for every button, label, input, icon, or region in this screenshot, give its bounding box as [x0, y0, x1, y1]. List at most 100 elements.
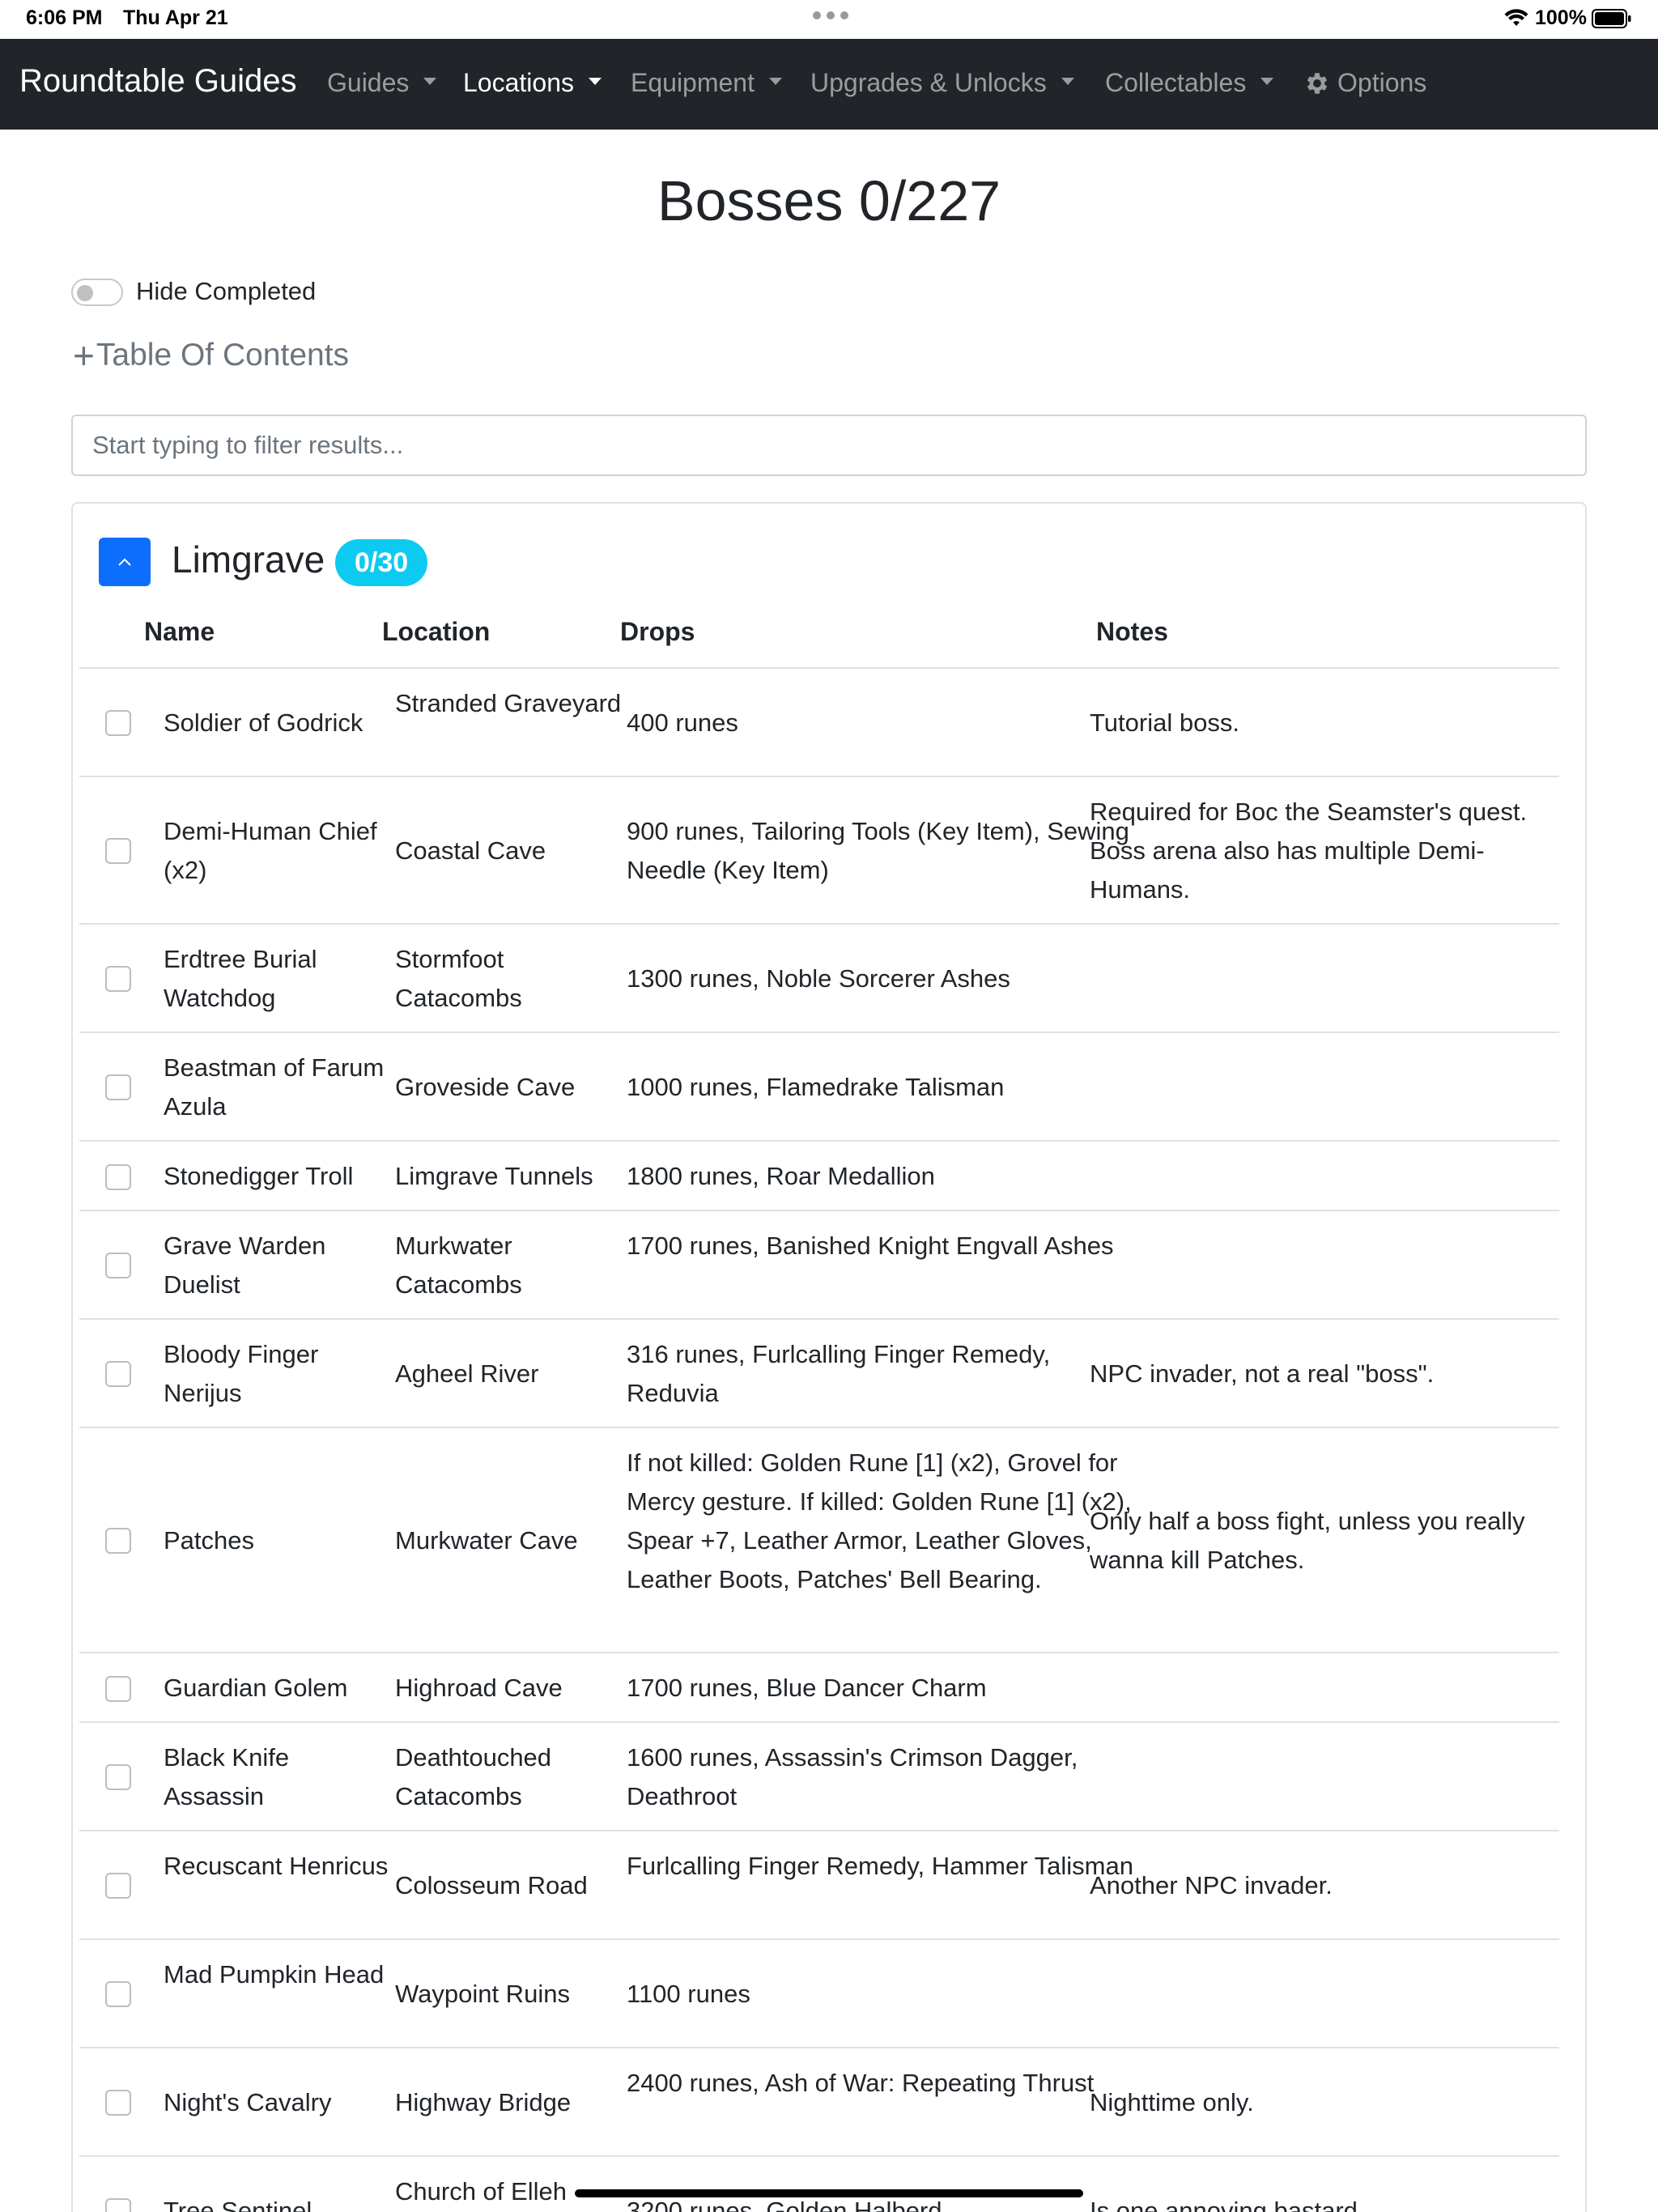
table-row: Recuscant Henricus Colosseum Road Furlca… [79, 1831, 1559, 1940]
multitasking-dots-icon[interactable] [813, 11, 848, 19]
boss-drops: 1700 runes, Banished Knight Engvall Ashe… [627, 1231, 1114, 1260]
completed-checkbox[interactable] [105, 1528, 131, 1554]
boss-location: Stranded Graveyard [395, 689, 622, 717]
home-indicator[interactable] [575, 2189, 1083, 2197]
boss-name: Tree Sentinel [164, 2197, 312, 2212]
status-time: 6:06 PM [26, 6, 103, 29]
nav-options[interactable]: Options [1303, 68, 1426, 98]
nav-equipment-label: Equipment [631, 68, 755, 97]
chevron-down-icon [588, 78, 602, 85]
completed-checkbox[interactable] [105, 966, 131, 992]
section-progress-badge: 0/30 [335, 539, 428, 586]
boss-name: Grave Warden Duelist [164, 1231, 326, 1299]
boss-drops: 1700 runes, Blue Dancer Charm [627, 1674, 987, 1702]
boss-notes: Required for Boc the Seamster's quest. B… [1090, 798, 1528, 904]
completed-checkbox[interactable] [105, 2090, 131, 2116]
boss-location: Limgrave Tunnels [395, 1162, 593, 1190]
boss-name: Night's Cavalry [164, 2088, 332, 2116]
nav-upgrades-unlocks[interactable]: Upgrades & Unlocks [810, 68, 1074, 98]
completed-checkbox[interactable] [105, 1074, 131, 1100]
chevron-down-icon [1061, 78, 1074, 85]
toggle-knob [77, 285, 93, 301]
wifi-icon [1504, 9, 1528, 26]
table-row: Mad Pumpkin Head Waypoint Ruins 1100 run… [79, 1940, 1559, 2048]
boss-name: Stonedigger Troll [164, 1162, 354, 1190]
table-row: Beastman of Farum Azula Groveside Cave 1… [79, 1033, 1559, 1142]
boss-location: Murkwater Cave [395, 1526, 578, 1555]
table-row: Soldier of Godrick Stranded Graveyard 40… [79, 669, 1559, 777]
chevron-down-icon [768, 78, 782, 85]
battery-icon [1592, 9, 1631, 28]
nav-equipment[interactable]: Equipment [631, 68, 782, 98]
boss-name: Soldier of Godrick [164, 708, 363, 737]
boss-location: Coastal Cave [395, 836, 546, 865]
hide-completed-toggle[interactable] [71, 279, 123, 306]
completed-checkbox[interactable] [105, 1361, 131, 1387]
boss-name: Recuscant Henricus [164, 1852, 389, 1880]
collapse-section-button[interactable] [99, 538, 151, 586]
boss-name: Guardian Golem [164, 1674, 348, 1702]
boss-location: Agheel River [395, 1359, 539, 1388]
boss-drops: 1100 runes [627, 1980, 750, 2008]
table-row: Demi-Human Chief (x2) Coastal Cave 900 r… [79, 777, 1559, 925]
boss-location: Murkwater Catacombs [395, 1231, 522, 1299]
column-header-location: Location [382, 617, 491, 646]
battery-percent: 100% [1535, 6, 1587, 29]
boss-notes: Nighttime only. [1090, 2088, 1254, 2116]
boss-drops: Furlcalling Finger Remedy, Hammer Talism… [627, 1852, 1133, 1880]
boss-notes: Only half a boss fight, unless you reall… [1090, 1507, 1525, 1574]
completed-checkbox[interactable] [105, 1981, 131, 2007]
filter-input[interactable] [71, 415, 1587, 476]
boss-drops: 400 runes [627, 708, 738, 737]
table-row: Black Knife Assassin Deathtouched Cataco… [79, 1723, 1559, 1831]
nav-collectables[interactable]: Collectables [1105, 68, 1274, 98]
completed-checkbox[interactable] [105, 1164, 131, 1190]
plus-icon: + [73, 334, 95, 376]
nav-locations[interactable]: Locations [463, 68, 602, 98]
boss-drops: 1300 runes, Noble Sorcerer Ashes [627, 964, 1010, 993]
toc-label: Table Of Contents [96, 338, 350, 372]
table-row: Night's Cavalry Highway Bridge 2400 rune… [79, 2048, 1559, 2157]
status-bar: 6:06 PM Thu Apr 21 100% [0, 0, 1658, 39]
boss-location: Groveside Cave [395, 1073, 576, 1101]
boss-name: Demi-Human Chief (x2) [164, 817, 377, 884]
completed-checkbox[interactable] [105, 1873, 131, 1899]
boss-drops: 316 runes, Furlcalling Finger Remedy, Re… [627, 1340, 1051, 1407]
table-of-contents-toggle[interactable]: + Table Of Contents [73, 337, 349, 374]
boss-drops: 1600 runes, Assassin's Crimson Dagger, D… [627, 1743, 1078, 1810]
top-navbar: Roundtable Guides Guides Locations Equip… [0, 39, 1658, 130]
boss-name: Patches [164, 1526, 255, 1555]
completed-checkbox[interactable] [105, 1253, 131, 1278]
hide-completed-label[interactable]: Hide Completed [136, 277, 316, 306]
boss-drops: 1000 runes, Flamedrake Talisman [627, 1073, 1005, 1101]
chevron-down-icon [423, 78, 437, 85]
boss-notes: Tutorial boss. [1090, 708, 1239, 737]
completed-checkbox[interactable] [105, 838, 131, 864]
section-title: Limgrave [172, 538, 325, 581]
boss-notes: Another NPC invader. [1090, 1871, 1333, 1899]
boss-drops: If not killed: Golden Rune [1] (x2), Gro… [627, 1448, 1132, 1593]
boss-name: Beastman of Farum Azula [164, 1053, 385, 1121]
status-date: Thu Apr 21 [123, 6, 228, 29]
boss-location: Deathtouched Catacombs [395, 1743, 552, 1810]
boss-name: Mad Pumpkin Head [164, 1960, 385, 1989]
nav-guides[interactable]: Guides [327, 68, 437, 98]
page-title: Bosses 0/227 [657, 169, 1001, 232]
boss-location: Waypoint Ruins [395, 1980, 570, 2008]
completed-checkbox[interactable] [105, 710, 131, 736]
boss-name: Black Knife Assassin [164, 1743, 290, 1810]
nav-guides-label: Guides [327, 68, 410, 97]
nav-options-label: Options [1337, 68, 1427, 97]
nav-upgrades-label: Upgrades & Unlocks [810, 68, 1047, 97]
completed-checkbox[interactable] [105, 2198, 131, 2212]
boss-notes: NPC invader, not a real "boss". [1090, 1359, 1435, 1388]
boss-location: Colosseum Road [395, 1871, 588, 1899]
brand-link[interactable]: Roundtable Guides [19, 63, 296, 100]
boss-location: Stormfoot Catacombs [395, 945, 522, 1012]
boss-location: Highroad Cave [395, 1674, 563, 1702]
boss-location: Highway Bridge [395, 2088, 572, 2116]
completed-checkbox[interactable] [105, 1676, 131, 1702]
chevron-down-icon [1261, 78, 1274, 85]
column-header-name: Name [144, 617, 215, 646]
completed-checkbox[interactable] [105, 1764, 131, 1790]
